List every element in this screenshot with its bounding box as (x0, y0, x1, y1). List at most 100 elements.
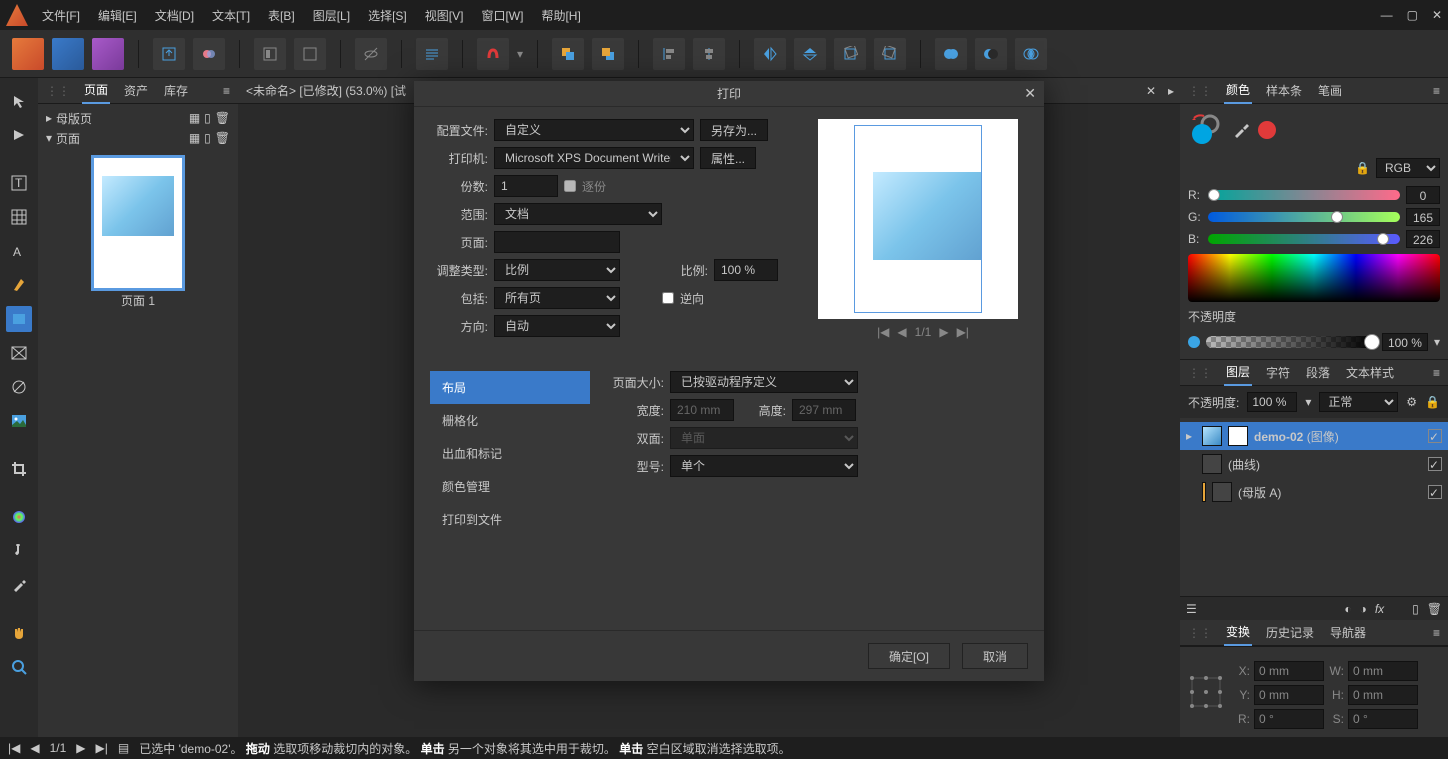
trash-icon[interactable]: 🗑 (215, 111, 230, 125)
prev-page-icon[interactable]: ◀ (30, 741, 39, 755)
outline-icon[interactable]: ▤ (118, 741, 129, 755)
tool-table[interactable] (6, 204, 32, 230)
tab-stroke[interactable]: 笔画 (1316, 78, 1344, 103)
tool-move[interactable] (6, 88, 32, 114)
menu-edit[interactable]: 编辑[E] (98, 7, 137, 24)
properties-button[interactable]: 属性... (700, 147, 756, 169)
layer-row[interactable]: (母版 A) ✓ (1180, 478, 1448, 506)
doc-tab-arrow[interactable]: ▸ (1168, 84, 1174, 98)
transform-r[interactable] (1254, 709, 1324, 729)
tool-image-frame[interactable] (6, 340, 32, 366)
fx-icon[interactable]: fx (1375, 602, 1384, 616)
color-selector-icon[interactable] (1188, 112, 1224, 148)
tab-layers[interactable]: 图层 (1224, 359, 1252, 386)
menu-document[interactable]: 文档[D] (155, 7, 194, 24)
layer-visible-checkbox[interactable]: ✓ (1428, 457, 1442, 471)
tool-place-image[interactable] (6, 408, 32, 434)
tb-reveal[interactable] (355, 38, 387, 70)
g-value[interactable]: 165 (1406, 208, 1440, 226)
menu-window[interactable]: 窗口[W] (481, 7, 523, 24)
save-as-button[interactable]: 另存为... (700, 119, 768, 141)
page-icon[interactable]: ▯ (204, 131, 211, 145)
menu-view[interactable]: 视图[V] (425, 7, 464, 24)
tb-arrange1[interactable] (552, 38, 584, 70)
range-select[interactable]: 文档 (494, 203, 662, 225)
page-icon[interactable]: ▯ (204, 111, 211, 125)
tb-align-center[interactable] (693, 38, 725, 70)
preview-last-icon[interactable]: ▶| (957, 325, 969, 339)
master-pages-label[interactable]: 母版页 (56, 110, 92, 127)
tab-swatches[interactable]: 样本条 (1264, 78, 1304, 103)
tool-color-picker[interactable] (6, 504, 32, 530)
tb-upload[interactable] (153, 38, 185, 70)
tool-hand[interactable] (6, 620, 32, 646)
tb-bool-add[interactable] (935, 38, 967, 70)
profile-select[interactable]: 自定义 (494, 119, 694, 141)
gear-icon[interactable]: ⚙ (1406, 395, 1417, 409)
menu-table[interactable]: 表[B] (268, 7, 295, 24)
grip-icon[interactable]: ⋮⋮ (1188, 366, 1212, 380)
tool-node[interactable] (6, 122, 32, 148)
lock-icon[interactable]: 🔒 (1355, 161, 1370, 175)
reverse-checkbox[interactable] (662, 292, 674, 304)
pages-header-label[interactable]: 页面 (56, 130, 80, 147)
add-icon[interactable]: ▯ (1412, 602, 1419, 616)
dialog-close-icon[interactable]: ✕ (1024, 85, 1036, 102)
tb-snap-dropdown[interactable]: ▾ (517, 47, 523, 61)
printer-select[interactable]: Microsoft XPS Document Writer (494, 147, 694, 169)
layer-visible-checkbox[interactable]: ✓ (1428, 485, 1442, 499)
last-page-icon[interactable]: ▶| (96, 741, 108, 755)
tb-flip-h[interactable] (754, 38, 786, 70)
persona-photo[interactable] (52, 38, 84, 70)
layer-row[interactable]: (曲线) ✓ (1180, 450, 1448, 478)
close-button[interactable]: ✕ (1432, 8, 1442, 22)
eyedropper-icon[interactable] (1232, 121, 1250, 139)
tool-eyedropper[interactable] (6, 572, 32, 598)
tb-paragraph[interactable] (416, 38, 448, 70)
expand-icon[interactable]: ▾ (46, 131, 52, 145)
spread-icon[interactable]: ▦ (189, 131, 200, 145)
tb-rotate-cw[interactable] (874, 38, 906, 70)
doc-tab-close[interactable]: ✕ (1146, 84, 1156, 98)
grip-icon[interactable]: ⋮⋮ (46, 84, 70, 98)
transform-h[interactable] (1348, 685, 1418, 705)
tab-assets[interactable]: 资产 (122, 78, 150, 103)
layer-row[interactable]: ▸ demo-02 (图像) ✓ (1180, 422, 1448, 450)
tab-color[interactable]: 颜色 (1224, 77, 1252, 104)
menu-help[interactable]: 帮助[H] (541, 7, 580, 24)
next-page-icon[interactable]: ▶ (76, 741, 85, 755)
g-slider[interactable] (1208, 212, 1400, 222)
tool-pen[interactable] (6, 272, 32, 298)
layer-expand-icon[interactable]: ▸ (1186, 429, 1196, 443)
panel-menu-icon[interactable]: ≡ (223, 84, 230, 98)
cancel-button[interactable]: 取消 (962, 643, 1028, 669)
persona-publisher[interactable] (12, 38, 44, 70)
transform-y[interactable] (1254, 685, 1324, 705)
page-thumbnail[interactable] (94, 158, 182, 288)
grip-icon[interactable]: ⋮⋮ (1188, 626, 1212, 640)
b-value[interactable]: 226 (1406, 230, 1440, 248)
panel-menu-icon[interactable]: ≡ (1433, 84, 1440, 98)
tb-align-left[interactable] (653, 38, 685, 70)
maximize-button[interactable]: ▢ (1407, 8, 1418, 22)
color-swatch-red[interactable] (1258, 121, 1276, 139)
tool-crop[interactable] (6, 456, 32, 482)
layer-visible-checkbox[interactable]: ✓ (1428, 429, 1442, 443)
transform-w[interactable] (1348, 661, 1418, 681)
transform-x[interactable] (1254, 661, 1324, 681)
tb-bool-intersect[interactable] (1015, 38, 1047, 70)
trash-icon[interactable]: 🗑 (1427, 602, 1442, 616)
persona-designer[interactable] (92, 38, 124, 70)
tool-artistic-text[interactable]: A (6, 238, 32, 264)
tb-arrange2[interactable] (592, 38, 624, 70)
panel-menu-icon[interactable]: ≡ (1433, 626, 1440, 640)
color-spectrum[interactable] (1188, 254, 1440, 302)
grip-icon[interactable]: ⋮⋮ (1188, 84, 1212, 98)
tb-textflow2[interactable] (294, 38, 326, 70)
anchor-selector[interactable] (1188, 674, 1224, 710)
tab-pages[interactable]: 页面 (82, 77, 110, 104)
opacity-value[interactable]: 100 % (1382, 333, 1428, 351)
tb-effects[interactable] (193, 38, 225, 70)
pages-input[interactable] (494, 231, 620, 253)
tb-snap[interactable] (477, 38, 509, 70)
